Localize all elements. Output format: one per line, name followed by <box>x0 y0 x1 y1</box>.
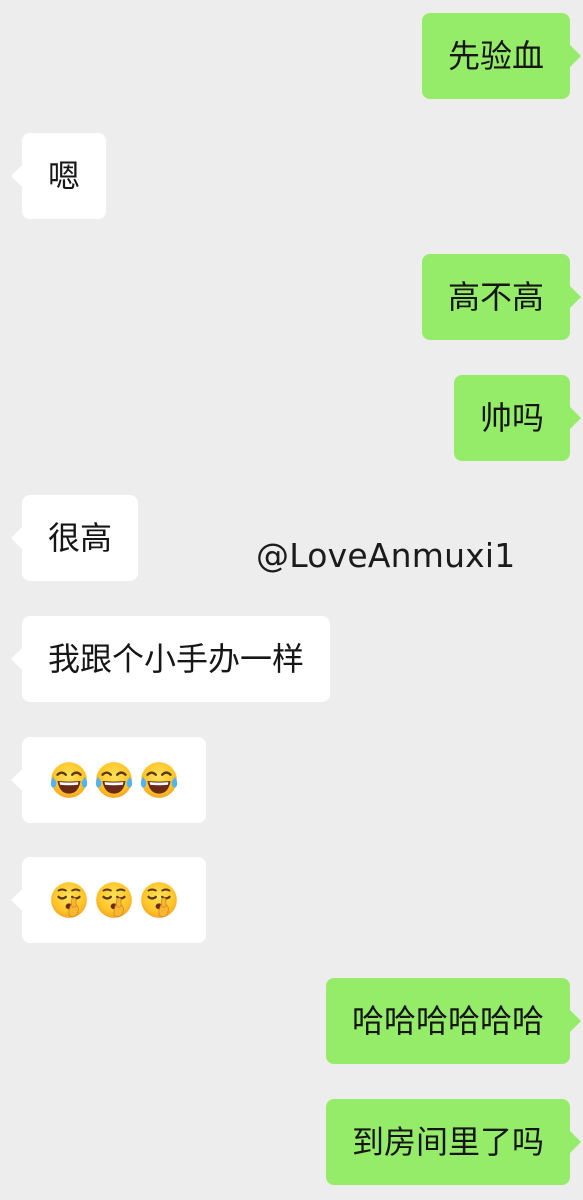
message-bubble-outgoing[interactable]: 到房间里了吗 <box>325 1099 582 1185</box>
message-text: 很高 <box>48 519 113 557</box>
message-text: 帅吗 <box>479 399 544 437</box>
shushing-face-icon <box>93 879 135 921</box>
shushing-face-icon <box>138 879 180 921</box>
tears-of-joy-icon <box>93 759 135 801</box>
message-bubble-outgoing[interactable]: 先验血 <box>421 13 582 99</box>
message-bubble-incoming[interactable]: 很高 <box>10 495 139 581</box>
tears-of-joy-icon <box>48 759 90 801</box>
message-text: 先验血 <box>447 37 544 75</box>
message-bubble-incoming[interactable]: 我跟个小手办一样 <box>10 616 331 702</box>
message-text: 我跟个小手办一样 <box>48 640 305 678</box>
message-text: 哈哈哈哈哈哈 <box>351 1002 544 1040</box>
message-bubble-outgoing[interactable]: 帅吗 <box>453 375 582 461</box>
message-text: 到房间里了吗 <box>351 1123 544 1161</box>
chat-conversation: 先验血 嗯 高不高 帅吗 很高 我跟个小手办一样 哈哈哈哈哈哈 到房间里了吗 @… <box>0 0 583 1200</box>
shushing-face-icon <box>48 879 90 921</box>
emoji-row <box>48 879 180 921</box>
message-bubble-incoming[interactable] <box>11 857 206 943</box>
message-bubble-outgoing[interactable]: 高不高 <box>421 254 582 340</box>
message-bubble-incoming[interactable] <box>11 737 206 823</box>
message-text: 高不高 <box>447 278 544 316</box>
watermark-text: @LoveAnmuxi1 <box>256 536 516 575</box>
message-bubble-outgoing[interactable]: 哈哈哈哈哈哈 <box>325 978 582 1064</box>
tears-of-joy-icon <box>138 759 180 801</box>
emoji-row <box>48 759 180 801</box>
message-bubble-incoming[interactable]: 嗯 <box>10 133 107 219</box>
message-text: 嗯 <box>48 157 81 195</box>
